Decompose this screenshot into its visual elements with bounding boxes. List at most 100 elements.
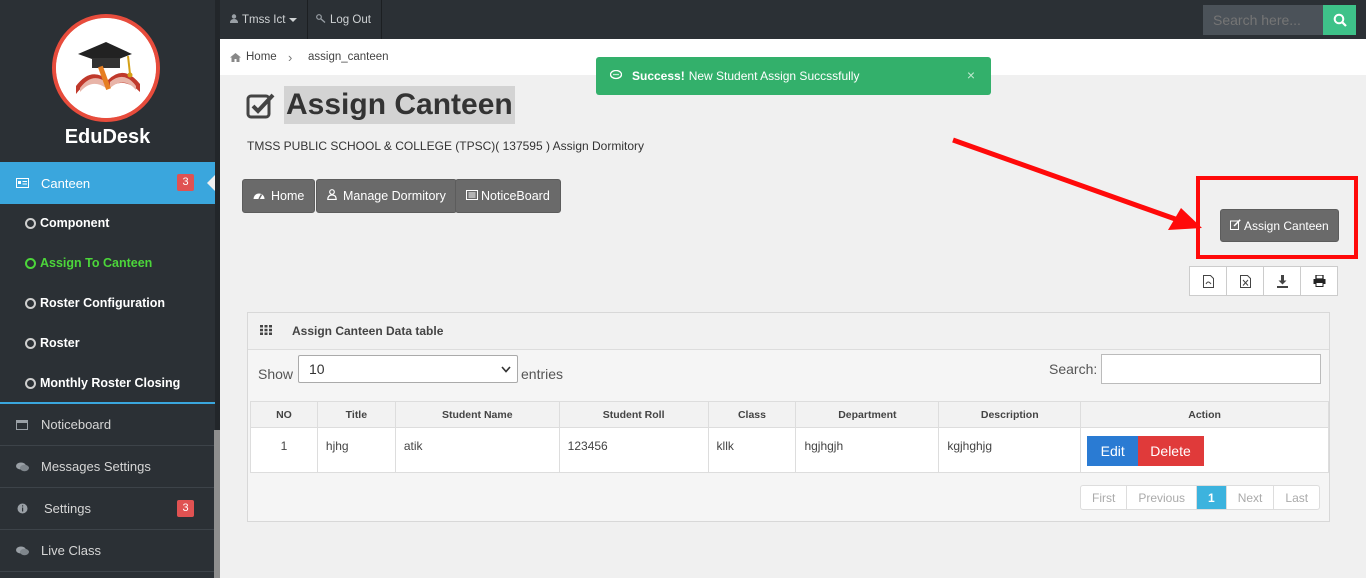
- brand-name: EduDesk: [64, 126, 151, 148]
- page-title-text: Assign Canteen: [284, 86, 515, 124]
- lifebuoy-icon: [25, 337, 36, 349]
- sidebar: EduDesk Canteen 3 Component Assign To Ca…: [0, 0, 220, 578]
- success-alert: Success! New Student Assign Succssfully …: [596, 57, 991, 95]
- sidebar-subitem-roster-configuration[interactable]: Roster Configuration: [0, 283, 215, 323]
- sidebar-item-label: Messages Settings: [41, 459, 151, 474]
- sidebar-item-label: Live Class: [41, 543, 101, 558]
- sidebar-item-settings[interactable]: Settings 3: [0, 488, 215, 530]
- breadcrumb-current: assign_canteen: [308, 51, 389, 63]
- alert-message: New Student Assign Succssfully: [688, 69, 860, 83]
- pagination-last[interactable]: Last: [1274, 486, 1319, 509]
- table-row: 1 hjhg atik 123456 kllk hgjhgjh kgjhghjg…: [250, 427, 1329, 473]
- cell-description: kgjhghjg: [938, 427, 1082, 473]
- assign-canteen-button[interactable]: Assign Canteen: [1220, 209, 1339, 242]
- lifebuoy-icon: [25, 217, 36, 229]
- alert-strong: Success!: [632, 69, 685, 83]
- noticeboard-label: NoticeBoard: [481, 189, 550, 203]
- window-icon: [15, 419, 29, 431]
- file-excel-icon: [1239, 274, 1251, 288]
- close-icon[interactable]: ×: [967, 67, 975, 83]
- table-search-input[interactable]: [1101, 354, 1321, 384]
- export-toolbar: [1189, 266, 1338, 296]
- home-button-label: Home: [271, 189, 305, 203]
- column-header-title[interactable]: Title: [316, 401, 396, 428]
- search-button[interactable]: [1323, 5, 1356, 35]
- sidebar-subitem-label: Monthly Roster Closing: [40, 376, 181, 390]
- entries-value: 10: [309, 361, 325, 377]
- panel-header: Assign Canteen Data table: [248, 313, 1329, 350]
- page-title: Assign Canteen: [246, 86, 515, 124]
- lifebuoy-icon: [25, 297, 36, 309]
- download-button[interactable]: [1264, 267, 1301, 295]
- user-menu-button[interactable]: Tmss Ict: [220, 0, 309, 39]
- manage-dormitory-button[interactable]: Manage Dormitory: [316, 179, 457, 213]
- sidebar-item-label: Noticeboard: [41, 417, 112, 432]
- manage-dormitory-label: Manage Dormitory: [343, 189, 446, 203]
- sidebar-item-live-class[interactable]: Live Class: [0, 530, 215, 572]
- dashboard-icon: [253, 190, 265, 203]
- column-header-student-name[interactable]: Student Name: [394, 401, 560, 428]
- user-name: Tmss Ict: [242, 13, 286, 26]
- comment-icon: [609, 69, 623, 83]
- data-table-panel: Assign Canteen Data table Show 10 entrie…: [247, 312, 1330, 522]
- panel-title: Assign Canteen Data table: [292, 324, 444, 338]
- export-pdf-button[interactable]: [1190, 267, 1227, 295]
- active-indicator: [207, 175, 215, 191]
- cell-no: 1: [250, 427, 318, 473]
- list-alt-icon: [466, 189, 478, 203]
- sidebar-subitem-assign-to-canteen[interactable]: Assign To Canteen: [0, 243, 215, 283]
- search-icon: [1333, 13, 1347, 27]
- table-search-label: Search:: [1049, 361, 1098, 377]
- sidebar-subitem-component[interactable]: Component: [0, 203, 215, 243]
- entries-label: entries: [521, 366, 564, 382]
- column-header-student-roll[interactable]: Student Roll: [558, 401, 709, 428]
- table-header-row: NO Title Student Name Student Roll Class…: [250, 401, 1329, 428]
- cell-department: hgjhgjh: [795, 427, 940, 473]
- cell-class: kllk: [707, 427, 797, 473]
- pagination-first[interactable]: First: [1081, 486, 1128, 509]
- sidebar-item-canteen[interactable]: Canteen 3: [0, 162, 215, 204]
- entries-per-page-select[interactable]: 10: [298, 355, 518, 383]
- lifebuoy-icon: [25, 377, 36, 389]
- noticeboard-button[interactable]: NoticeBoard: [455, 179, 561, 213]
- school-subtitle: TMSS PUBLIC SCHOOL & COLLEGE (TPSC)( 137…: [247, 139, 645, 153]
- graduation-book-logo-icon: [56, 18, 156, 118]
- sidebar-item-noticeboard[interactable]: Noticeboard: [0, 404, 215, 446]
- export-excel-button[interactable]: [1227, 267, 1264, 295]
- column-header-department[interactable]: Department: [795, 401, 940, 428]
- user-outline-icon: [327, 189, 337, 203]
- lifebuoy-icon: [25, 257, 36, 269]
- canteen-count-badge: 3: [177, 174, 194, 191]
- pagination-page-1[interactable]: 1: [1197, 486, 1227, 509]
- settings-count-badge: 3: [177, 500, 194, 517]
- comments-icon: [15, 461, 29, 473]
- comments-icon: [15, 545, 29, 557]
- pagination-previous[interactable]: Previous: [1127, 486, 1198, 509]
- key-icon: [316, 13, 326, 26]
- column-header-description[interactable]: Description: [938, 401, 1082, 428]
- column-header-no[interactable]: NO: [250, 401, 318, 428]
- sidebar-subitem-roster[interactable]: Roster: [0, 323, 215, 363]
- chevron-down-icon: [289, 17, 298, 22]
- column-header-class[interactable]: Class: [707, 401, 797, 428]
- sidebar-item-messages-settings[interactable]: Messages Settings: [0, 446, 215, 488]
- print-button[interactable]: [1301, 267, 1337, 295]
- column-header-action[interactable]: Action: [1080, 401, 1329, 428]
- delete-button[interactable]: Delete: [1137, 436, 1204, 466]
- global-search-input[interactable]: [1203, 5, 1323, 35]
- annotation-arrow-icon: [952, 137, 1202, 230]
- home-button[interactable]: Home: [242, 179, 316, 213]
- sidebar-subitem-monthly-roster-closing[interactable]: Monthly Roster Closing: [0, 363, 215, 403]
- assign-canteen-label: Assign Canteen: [1244, 218, 1329, 233]
- logout-button[interactable]: Log Out: [306, 0, 382, 39]
- edit-button[interactable]: Edit: [1087, 436, 1139, 466]
- print-icon: [1313, 275, 1325, 287]
- checkbox-checked-icon: [246, 93, 275, 119]
- sidebar-subitem-label: Component: [40, 216, 110, 230]
- top-navbar: Tmss Ict Log Out: [220, 0, 1366, 39]
- sidebar-scrollbar-thumb[interactable]: [214, 430, 220, 578]
- breadcrumb-home-link[interactable]: Home: [230, 51, 277, 63]
- user-icon: [230, 13, 238, 26]
- pagination-next[interactable]: Next: [1227, 486, 1275, 509]
- chevron-down-icon: [501, 365, 511, 376]
